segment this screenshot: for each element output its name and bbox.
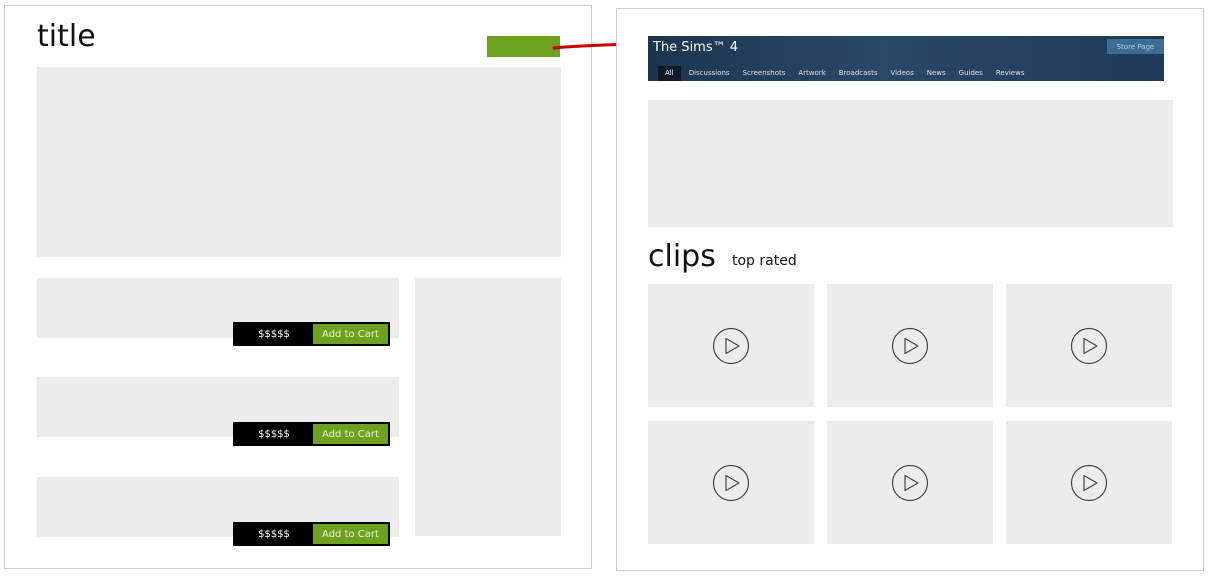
tab-broadcasts[interactable]: Broadcasts <box>834 67 883 80</box>
tab-news[interactable]: News <box>922 67 951 80</box>
community-hub-panel: The Sims™ 4 Store Page All Discussions S… <box>616 8 1204 571</box>
wireframe-title: title <box>37 19 96 54</box>
tab-screenshots[interactable]: Screenshots <box>738 67 791 80</box>
hero-placeholder <box>37 67 561 257</box>
purchase-bar-3: $$$$$ Add to Cart <box>233 522 390 546</box>
clips-heading: clips <box>648 239 716 274</box>
clips-subheading: top rated <box>732 253 797 269</box>
featured-placeholder <box>648 100 1173 227</box>
game-hub-header: The Sims™ 4 Store Page All Discussions S… <box>648 36 1164 81</box>
tab-guides[interactable]: Guides <box>954 67 988 80</box>
price-label: $$$$$ <box>258 328 290 340</box>
purchase-bar-1: $$$$$ Add to Cart <box>233 322 390 346</box>
store-page-button[interactable]: Store Page <box>1107 39 1164 54</box>
add-to-cart-button[interactable]: Add to Cart <box>313 424 388 444</box>
clip-thumbnail[interactable] <box>827 421 993 544</box>
clip-thumbnail[interactable] <box>1006 284 1172 407</box>
tab-reviews[interactable]: Reviews <box>991 67 1030 80</box>
play-icon <box>1070 327 1108 365</box>
play-icon <box>712 464 750 502</box>
play-icon <box>891 327 929 365</box>
add-to-cart-button[interactable]: Add to Cart <box>313 324 388 344</box>
price-label: $$$$$ <box>258 428 290 440</box>
clip-thumbnail[interactable] <box>648 284 814 407</box>
purchase-bar-2: $$$$$ Add to Cart <box>233 422 390 446</box>
header-link-button[interactable] <box>487 36 560 57</box>
clip-thumbnail[interactable] <box>1006 421 1172 544</box>
clip-thumbnail[interactable] <box>648 421 814 544</box>
tab-artwork[interactable]: Artwork <box>793 67 830 80</box>
play-icon <box>1070 464 1108 502</box>
play-icon <box>891 464 929 502</box>
clip-thumbnail[interactable] <box>827 284 993 407</box>
play-icon <box>712 327 750 365</box>
hub-tabs: All Discussions Screenshots Artwork Broa… <box>658 66 1032 81</box>
add-to-cart-button[interactable]: Add to Cart <box>313 524 388 544</box>
tab-videos[interactable]: Videos <box>885 67 918 80</box>
tab-all[interactable]: All <box>658 66 681 81</box>
game-title: The Sims™ 4 <box>653 40 739 55</box>
sidebar-placeholder <box>415 278 561 536</box>
tab-discussions[interactable]: Discussions <box>684 67 735 80</box>
wireframe-panel: title $$$$$ Add to Cart $$$$$ Add to Car… <box>4 5 592 569</box>
price-label: $$$$$ <box>258 528 290 540</box>
